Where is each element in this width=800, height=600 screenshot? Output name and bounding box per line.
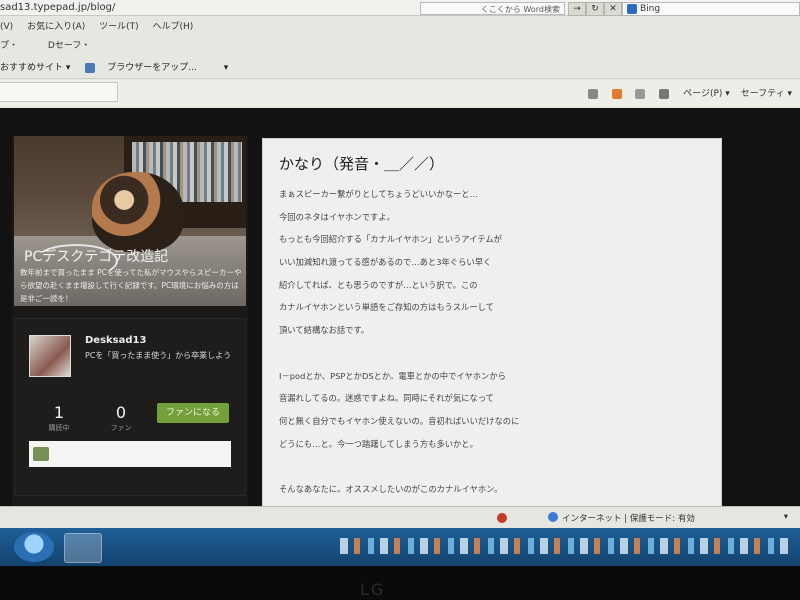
fav-recommended[interactable]: おすすめサイト ▾ <box>0 58 70 78</box>
monitor-brand-logo: LG <box>360 580 386 599</box>
avatar[interactable] <box>29 335 71 377</box>
bing-icon <box>627 3 637 14</box>
article-line: 頂いて結構なお話です。 <box>279 325 370 336</box>
menu-bar: (V) お気に入り(A) ツール(T) ヘルプ(H) <box>0 19 800 35</box>
shield-icon <box>35 41 45 51</box>
fans-label: ファン <box>110 424 132 432</box>
go-icon[interactable]: → <box>568 2 586 16</box>
page-area: PCデスクテゴテ改造記 数年前まで買ったまま PCを使ってた私がマウスやらスピー… <box>0 108 800 517</box>
system-tray-icons[interactable] <box>340 538 790 554</box>
typepad-widget[interactable] <box>29 441 231 467</box>
become-fan-button[interactable]: ファンになる <box>157 403 229 423</box>
menu-favorites[interactable]: お気に入り(A) <box>27 19 85 35</box>
status-text: インターネット | 保護モード: 有効 <box>562 514 695 524</box>
toolbar-item-safety[interactable]: Dセーフ・ <box>48 41 90 51</box>
stop-icon[interactable]: ✕ <box>604 2 622 16</box>
article-line: もっとも今回紹介する「カナルイヤホン」というアイテムが <box>279 234 502 245</box>
taskbar-app-button[interactable] <box>64 533 102 563</box>
blog-title[interactable]: PCデスクテゴテ改造記 <box>24 246 168 266</box>
article-line: いい加減知れ渡ってる感があるので…あと3年ぐらい早く <box>279 257 492 268</box>
article-line <box>279 455 709 478</box>
blog-header-photo[interactable]: PCデスクテゴテ改造記 数年前まで買ったまま PCを使ってた私がマウスやらスピー… <box>14 136 246 306</box>
browser-chrome: sad13.typepad.jp/blog/ くこくから Word検索 → ↻ … <box>0 0 800 108</box>
bing-label: Bing <box>640 4 661 14</box>
internet-zone-icon <box>548 512 558 522</box>
address-bar[interactable]: sad13.typepad.jp/blog/ くこくから Word検索 → ↻ … <box>0 0 800 16</box>
start-button[interactable] <box>14 532 54 562</box>
article-line: カナルイヤホンという単語をご存知の方はもうスルーして <box>279 302 494 313</box>
right-margin <box>726 108 800 516</box>
refresh-icon[interactable]: ↻ <box>586 2 604 16</box>
tab[interactable] <box>0 82 118 102</box>
article-line: 今回のネタはイヤホンですよ。 <box>279 211 395 222</box>
fav-dropdown[interactable]: ▾ <box>224 58 229 78</box>
error-icon[interactable] <box>497 513 507 523</box>
cat-photo <box>92 172 184 252</box>
menu-help[interactable]: ヘルプ(H) <box>153 19 194 35</box>
page-icon <box>85 62 96 73</box>
safety-menu[interactable]: セーフティ ▾ <box>741 89 792 99</box>
menu-view[interactable]: (V) <box>0 19 13 35</box>
taskbar <box>0 528 800 566</box>
fav-browser-upgrade[interactable]: ブラウザーをアップ... <box>85 58 209 78</box>
bing-search[interactable]: Bing <box>622 2 800 16</box>
typepad-icon <box>33 447 49 461</box>
following-label: 購読中 <box>48 424 70 432</box>
article-line: 音漏れしてるの。迷惑ですよね。同時にそれが気になって <box>279 393 494 404</box>
article-line <box>279 342 709 365</box>
article-line: どうにも…と。今一つ踏躇してしまう方も多いかと。 <box>279 438 478 449</box>
sidebar: PCデスクテゴテ改造記 数年前まで買ったまま PCを使ってた私がマウスやらスピー… <box>12 136 248 514</box>
profile-name[interactable]: Desksad13 <box>85 335 146 346</box>
following-count[interactable]: 1 <box>39 403 79 422</box>
fans-count[interactable]: 0 <box>101 403 141 422</box>
address-text[interactable]: sad13.typepad.jp/blog/ <box>0 0 115 15</box>
menu-tools[interactable]: ツール(T) <box>99 19 139 35</box>
page-menu[interactable]: ページ(P) ▾ <box>683 89 730 99</box>
toolbar-item[interactable]: プ・ <box>0 41 18 51</box>
article-title[interactable]: かなり（発音・＿／／） <box>279 153 444 174</box>
monitor-bezel: LG <box>0 566 800 600</box>
zoom-dropdown[interactable]: ▾ <box>784 512 788 522</box>
status-bar: インターネット | 保護モード: 有効 ▾ <box>0 506 800 529</box>
article-body: まぁスピーカー繋がりとしてちょうどいいかなーと… 今回のネタはイヤホンですよ。 … <box>279 183 709 523</box>
search-box[interactable]: くこくから Word検索 <box>420 2 565 15</box>
mail-icon[interactable] <box>635 88 646 99</box>
blog-description: 数年前まで買ったまま PCを使ってた私がマウスやらスピーカーやら欲望の赴くまま増… <box>20 268 242 303</box>
article-line: I－podとか、PSPとかDSとか。電車とかの中でイヤホンから <box>279 370 506 381</box>
article: かなり（発音・＿／／） まぁスピーカー繋がりとしてちょうどいいかなーと… 今回の… <box>262 138 722 517</box>
article-line: そんなあなたに。オススメしたいのがこのカナルイヤホン。 <box>279 483 503 494</box>
profile-description: PCを「買ったまま使う」から卒業しよう <box>85 351 232 360</box>
article-line: まぁスピーカー繋がりとしてちょうどいいかなーと… <box>279 189 478 199</box>
command-items: ページ(P) ▾ セーフティ ▾ <box>580 86 792 99</box>
toolbar-row: プ・ Dセーフ・ <box>0 38 800 54</box>
article-line: 何と無く自分でもイヤホン使えないの。音初ればいいだけなのに <box>279 415 520 426</box>
rss-icon[interactable] <box>611 88 622 99</box>
home-icon[interactable] <box>587 88 598 99</box>
profile-widget: Desksad13 PCを「買ったまま使う」から卒業しよう 1 購読中 0 ファ… <box>14 318 246 496</box>
print-icon[interactable] <box>659 88 670 99</box>
article-line: 紹介してれば、とも思うのですが…という訳で。この <box>279 279 478 290</box>
command-bar: ページ(P) ▾ セーフティ ▾ <box>0 80 800 106</box>
favorites-bar: おすすめサイト ▾ ブラウザーをアップ... ▾ <box>0 58 800 79</box>
